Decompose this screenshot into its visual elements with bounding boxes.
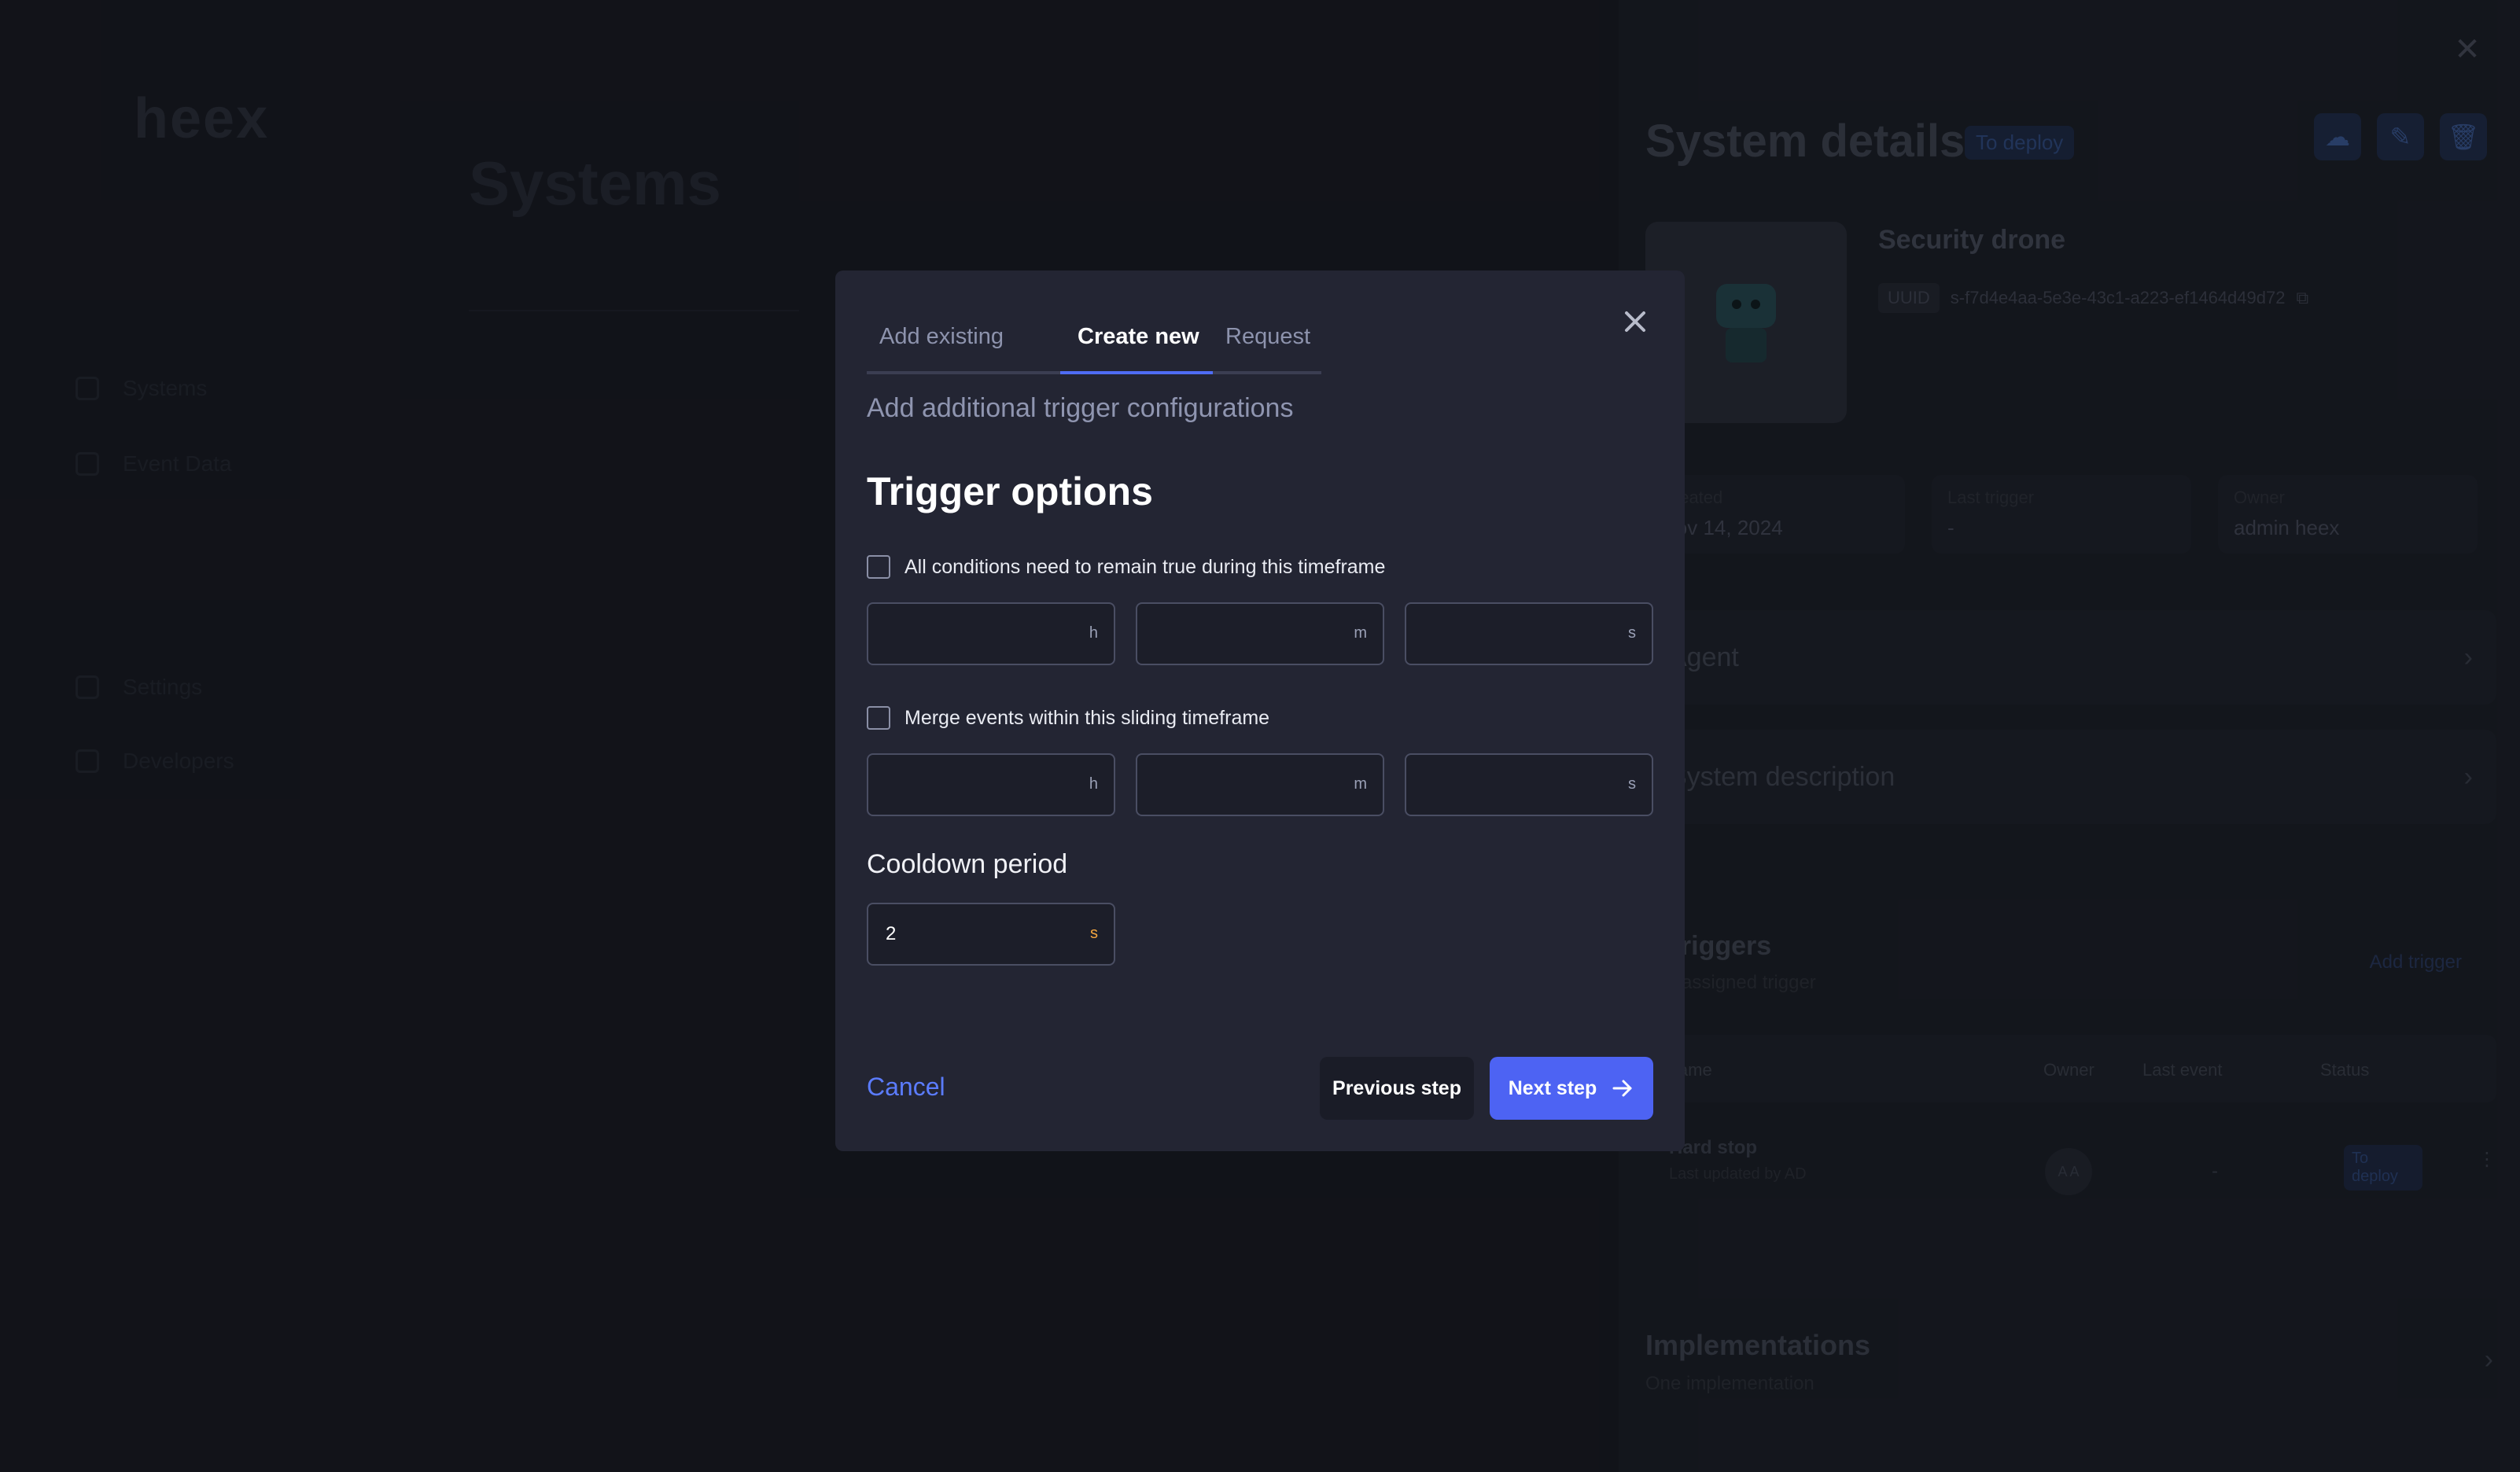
next-step-button[interactable]: Next step — [1490, 1057, 1653, 1120]
unit-label: s — [1628, 624, 1636, 642]
tab-request[interactable]: Request — [1225, 311, 1310, 371]
unit-label: h — [1089, 624, 1098, 642]
modal-tabs: Add existing Create new Request — [867, 311, 1321, 374]
remain-seconds-input[interactable]: s — [1405, 602, 1653, 665]
remain-true-checkbox[interactable] — [867, 555, 890, 579]
arrow-right-icon — [1612, 1080, 1632, 1097]
cooldown-label: Cooldown period — [867, 849, 1068, 879]
remain-minutes-input[interactable]: m — [1136, 602, 1384, 665]
cancel-button[interactable]: Cancel — [867, 1073, 945, 1102]
active-tab-indicator — [1060, 371, 1213, 374]
previous-step-label: Previous step — [1332, 1076, 1461, 1099]
cooldown-value: 2 — [886, 923, 897, 944]
modal-subtitle: Add additional trigger configurations — [867, 393, 1294, 423]
close-icon[interactable] — [1617, 304, 1653, 340]
option-merge-events[interactable]: Merge events within this sliding timefra… — [867, 706, 1269, 730]
remain-true-label: All conditions need to remain true durin… — [904, 555, 1386, 578]
cooldown-seconds-input[interactable]: 2 s — [867, 903, 1115, 966]
unit-label: m — [1354, 775, 1367, 793]
merge-events-label: Merge events within this sliding timefra… — [904, 706, 1270, 729]
previous-step-button[interactable]: Previous step — [1320, 1057, 1474, 1120]
unit-label: s — [1628, 775, 1636, 793]
option-remain-true[interactable]: All conditions need to remain true durin… — [867, 555, 1385, 579]
create-trigger-modal: Add existing Create new Request Add addi… — [835, 270, 1685, 1151]
unit-label: m — [1354, 624, 1367, 642]
tab-add-existing[interactable]: Add existing — [879, 311, 1004, 371]
merge-events-checkbox[interactable] — [867, 706, 890, 730]
next-step-label: Next step — [1508, 1076, 1597, 1099]
unit-label: h — [1089, 775, 1098, 793]
unit-label: s — [1090, 925, 1098, 942]
merge-minutes-input[interactable]: m — [1136, 753, 1384, 816]
merge-seconds-input[interactable]: s — [1405, 753, 1653, 816]
tab-create-new[interactable]: Create new — [1078, 311, 1199, 371]
remain-hours-input[interactable]: h — [867, 602, 1115, 665]
section-title: Trigger options — [867, 469, 1153, 513]
merge-hours-input[interactable]: h — [867, 753, 1115, 816]
